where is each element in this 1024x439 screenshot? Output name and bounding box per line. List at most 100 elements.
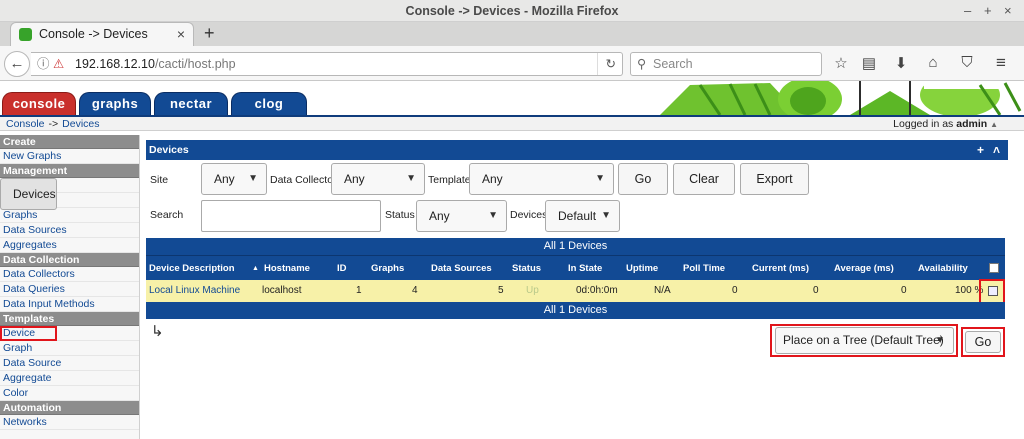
sidebar-item-data-source-template[interactable]: Data Source bbox=[0, 356, 139, 371]
cell-in-state: 0d:0h:0m bbox=[576, 285, 618, 296]
col-current[interactable]: Current (ms) bbox=[752, 256, 809, 281]
url-bar[interactable]: ⓘ ⚠ 192.168.12.10/cacti/host.php ↻ bbox=[31, 52, 623, 76]
table-footer-caption: All 1 Devices bbox=[146, 302, 1005, 319]
template-label: Template bbox=[428, 174, 471, 186]
search-placeholder: Search bbox=[653, 57, 693, 71]
col-status[interactable]: Status bbox=[512, 256, 541, 281]
add-device-icon[interactable]: + bbox=[977, 140, 984, 160]
col-poll-time[interactable]: Poll Time bbox=[683, 256, 725, 281]
cacti-banner: console graphs nectar clog bbox=[0, 81, 1024, 115]
sidebar-item-data-collectors[interactable]: Data Collectors bbox=[0, 267, 139, 282]
tab-nectar[interactable]: nectar bbox=[154, 92, 228, 115]
go-action-button[interactable]: Go bbox=[965, 331, 1001, 353]
data-collector-label: Data Collector bbox=[270, 174, 337, 186]
sidebar-item-device-label[interactable]: Device bbox=[0, 326, 57, 341]
go-button[interactable]: Go bbox=[618, 163, 668, 195]
sidebar-item-graph-template[interactable]: Graph bbox=[0, 341, 139, 356]
breadcrumb-devices-link[interactable]: Devices bbox=[62, 118, 99, 130]
cell-data-sources: 5 bbox=[498, 285, 504, 296]
downloads-icon[interactable]: ⬇ bbox=[891, 54, 911, 72]
cacti-favicon-icon bbox=[19, 28, 32, 41]
sidebar-item-new-graphs[interactable]: New Graphs bbox=[0, 149, 139, 164]
reload-icon[interactable]: ↻ bbox=[596, 53, 616, 75]
table-caption: All 1 Devices bbox=[146, 238, 1005, 255]
close-tab-icon[interactable]: × bbox=[177, 23, 185, 45]
new-tab-button[interactable]: + bbox=[204, 22, 215, 44]
clear-button[interactable]: Clear bbox=[673, 163, 735, 195]
site-label: Site bbox=[150, 174, 169, 186]
pocket-icon[interactable]: ⛉ bbox=[957, 54, 977, 71]
export-button[interactable]: Export bbox=[740, 163, 809, 195]
cell-status: Up bbox=[526, 285, 539, 296]
sidebar-item-color[interactable]: Color bbox=[0, 386, 139, 401]
cell-average: 0 bbox=[901, 285, 907, 296]
breadcrumb-console-link[interactable]: Console bbox=[6, 118, 45, 130]
sidebar-item-graphs[interactable]: Graphs bbox=[0, 208, 139, 223]
template-select-value: Any bbox=[482, 172, 503, 186]
info-icon[interactable]: ⓘ bbox=[37, 53, 50, 75]
sidebar-item-data-queries[interactable]: Data Queries bbox=[0, 282, 139, 297]
col-hostname[interactable]: Hostname bbox=[264, 256, 310, 281]
tab-console[interactable]: console bbox=[2, 92, 76, 115]
close-window-button[interactable]: × bbox=[1004, 0, 1012, 22]
col-uptime[interactable]: Uptime bbox=[626, 256, 658, 281]
search-input[interactable] bbox=[201, 200, 381, 232]
sidebar-item-device-template[interactable]: Device bbox=[0, 326, 139, 341]
chevron-down-icon: ▼ bbox=[248, 173, 258, 184]
user-name-link[interactable]: admin bbox=[956, 118, 987, 130]
tab-graphs[interactable]: graphs bbox=[79, 92, 151, 115]
minimize-button[interactable]: – bbox=[964, 0, 971, 22]
logged-in-status: Logged in as admin ▲ bbox=[893, 117, 998, 132]
sidebar-item-aggregates[interactable]: Aggregates bbox=[0, 238, 139, 253]
col-device-description[interactable]: Device Description bbox=[149, 256, 235, 281]
maximize-button[interactable]: + bbox=[984, 0, 992, 22]
url-text: 192.168.12.10/cacti/host.php bbox=[75, 53, 236, 75]
data-collector-select-value: Any bbox=[344, 172, 365, 186]
data-collector-select[interactable]: Any ▼ bbox=[331, 163, 425, 195]
tab-clog[interactable]: clog bbox=[231, 92, 307, 115]
sidebar-item-devices[interactable]: Devices bbox=[0, 178, 57, 210]
bookmark-star-icon[interactable]: ☆ bbox=[831, 54, 851, 72]
breadcrumb-separator: -> bbox=[48, 118, 59, 130]
home-icon[interactable]: ⌂ bbox=[923, 54, 943, 71]
breadcrumb: Console -> Devices bbox=[6, 117, 100, 131]
col-in-state[interactable]: In State bbox=[568, 256, 602, 281]
browser-nav-bar: ← ⓘ ⚠ 192.168.12.10/cacti/host.php ↻ ⚲ S… bbox=[0, 46, 1024, 81]
sidebar-item-data-sources[interactable]: Data Sources bbox=[0, 223, 139, 238]
url-host: 192.168.12.10 bbox=[75, 57, 155, 71]
cell-hostname: localhost bbox=[262, 285, 302, 296]
chevron-down-icon: ▼ bbox=[935, 335, 945, 346]
site-select[interactable]: Any ▼ bbox=[201, 163, 267, 195]
col-data-sources[interactable]: Data Sources bbox=[431, 256, 492, 281]
insecure-lock-icon: ⚠ bbox=[53, 57, 65, 71]
browser-search-input[interactable]: ⚲ Search bbox=[630, 52, 822, 76]
sidebar-item-networks[interactable]: Networks bbox=[0, 415, 139, 430]
devices-per-page-select[interactable]: Default ▼ bbox=[545, 200, 620, 232]
sidebar-header-create: Create bbox=[0, 135, 139, 149]
col-id[interactable]: ID bbox=[337, 256, 347, 281]
select-all-checkbox[interactable] bbox=[989, 263, 999, 273]
user-menu-caret-icon[interactable]: ▲ bbox=[990, 120, 998, 129]
browser-tab-bar: Console -> Devices × + bbox=[0, 22, 1024, 46]
sidebar-item-data-input-methods[interactable]: Data Input Methods bbox=[0, 297, 139, 312]
devices-label: Devices bbox=[510, 209, 548, 221]
devices-per-page-value: Default bbox=[558, 209, 597, 223]
back-button[interactable]: ← bbox=[4, 51, 30, 77]
template-select[interactable]: Any ▼ bbox=[469, 163, 614, 195]
sidebar-item-aggregate-template[interactable]: Aggregate bbox=[0, 371, 139, 386]
device-description-link[interactable]: Local Linux Machine bbox=[149, 280, 240, 302]
col-graphs[interactable]: Graphs bbox=[371, 256, 404, 281]
sidebar-header-automation: Automation bbox=[0, 401, 139, 415]
reading-list-icon[interactable]: ▤ bbox=[859, 54, 879, 72]
col-availability[interactable]: Availability bbox=[918, 256, 968, 281]
status-select[interactable]: Any ▼ bbox=[416, 200, 507, 232]
hamburger-menu-icon[interactable]: ≡ bbox=[996, 53, 1006, 73]
collapse-panel-icon[interactable]: ˄ bbox=[993, 140, 1000, 160]
browser-tab[interactable]: Console -> Devices × bbox=[10, 22, 194, 46]
col-average[interactable]: Average (ms) bbox=[834, 256, 894, 281]
action-select[interactable]: Place on a Tree (Default Tree) ▼ bbox=[775, 327, 954, 354]
action-select-value: Place on a Tree (Default Tree) bbox=[783, 333, 944, 347]
table-row[interactable]: Local Linux Machine localhost 1 4 5 Up 0… bbox=[146, 280, 1005, 302]
cell-graphs: 4 bbox=[412, 285, 418, 296]
status-select-value: Any bbox=[429, 209, 450, 223]
